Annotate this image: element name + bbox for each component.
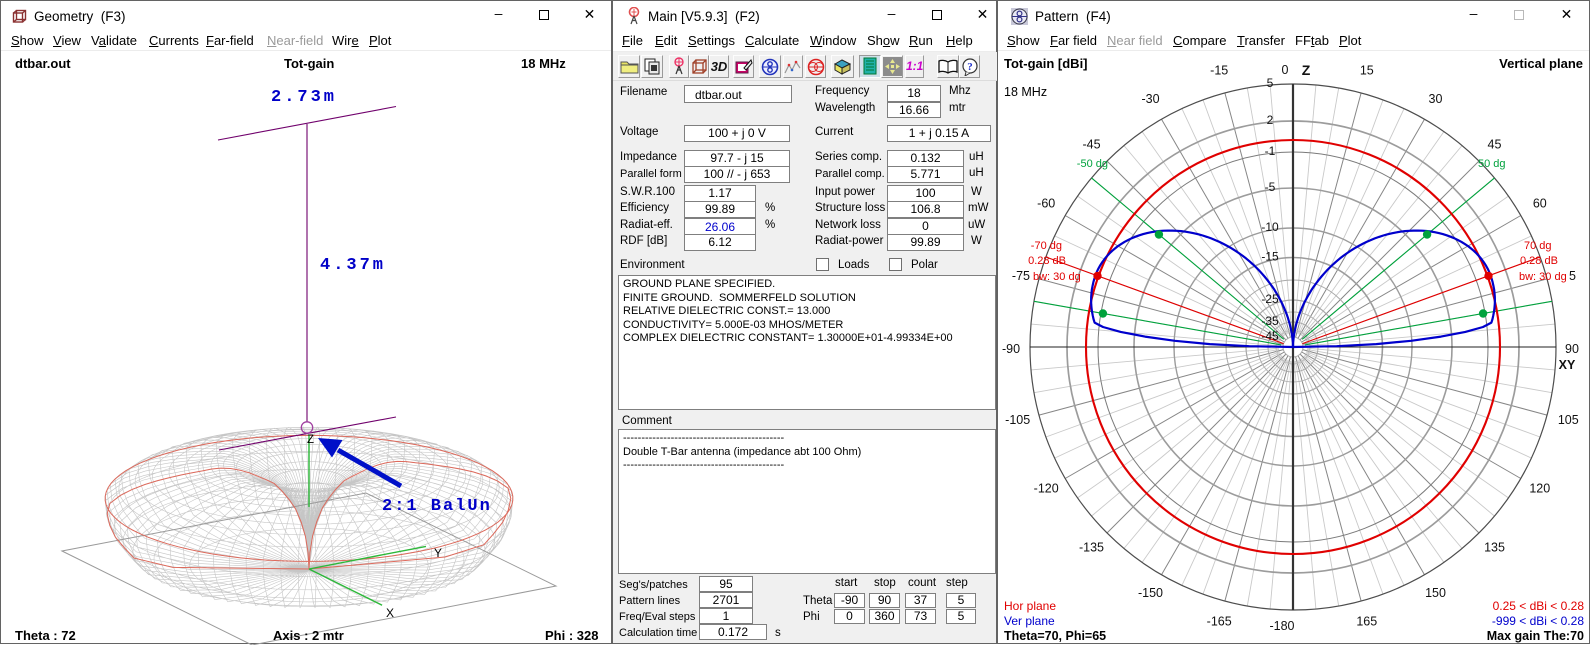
svg-text:-70 dg: -70 dg (1031, 240, 1062, 252)
svg-text:-15: -15 (1261, 250, 1279, 264)
svg-text:XY: XY (1559, 358, 1576, 372)
svg-text:-150: -150 (1138, 586, 1163, 600)
svg-text:165: 165 (1356, 614, 1377, 628)
svg-text:70 dg: 70 dg (1524, 240, 1552, 252)
svg-text:15: 15 (1360, 64, 1374, 78)
svg-text:?: ? (967, 61, 973, 73)
svg-text:bw: 30 dg: bw: 30 dg (1033, 271, 1081, 283)
svg-text:bw: 30 dg: bw: 30 dg (1519, 271, 1567, 283)
svg-text:-10: -10 (1261, 220, 1279, 234)
svg-text:-25: -25 (1261, 292, 1279, 306)
svg-text:5: 5 (1267, 76, 1274, 90)
svg-text:-45: -45 (1261, 329, 1279, 343)
svg-text:-105: -105 (1005, 413, 1030, 427)
svg-text:-30: -30 (1141, 92, 1159, 106)
svg-text:Z: Z (1302, 62, 1311, 78)
svg-text:0.28 dB: 0.28 dB (1520, 255, 1558, 267)
svg-text:-5: -5 (1265, 180, 1276, 194)
svg-text:0.28 dB: 0.28 dB (1028, 255, 1066, 267)
svg-text:5: 5 (1569, 269, 1576, 283)
svg-text:30: 30 (1429, 92, 1443, 106)
svg-text:105: 105 (1558, 413, 1579, 427)
svg-text:-1: -1 (1265, 144, 1276, 158)
svg-text:-90: -90 (1002, 342, 1020, 356)
svg-text:60: 60 (1533, 197, 1547, 211)
svg-text:0: 0 (1282, 63, 1289, 77)
svg-text:-135: -135 (1079, 541, 1104, 555)
svg-text:45: 45 (1488, 138, 1502, 152)
svg-text:-165: -165 (1207, 614, 1232, 628)
svg-text:150: 150 (1425, 586, 1446, 600)
svg-text:-50 dg: -50 dg (1077, 158, 1108, 170)
svg-text:-45: -45 (1082, 138, 1100, 152)
svg-text:50 dg: 50 dg (1478, 158, 1506, 170)
svg-text:135: 135 (1484, 541, 1505, 555)
svg-text:-60: -60 (1037, 197, 1055, 211)
svg-text:-75: -75 (1012, 269, 1030, 283)
svg-text:2: 2 (1267, 113, 1274, 127)
svg-text:90: 90 (1565, 342, 1579, 356)
svg-text:-180: -180 (1269, 619, 1294, 633)
svg-text:-15: -15 (1210, 64, 1228, 78)
svg-text:-120: -120 (1034, 482, 1059, 496)
svg-text:120: 120 (1529, 482, 1550, 496)
svg-text:-35: -35 (1261, 314, 1279, 328)
